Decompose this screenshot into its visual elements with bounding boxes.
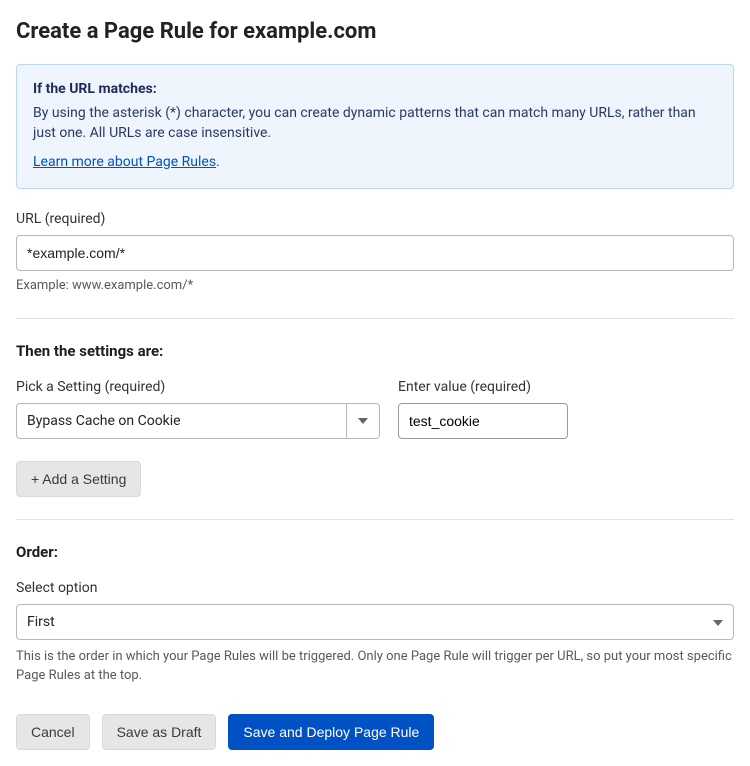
- url-label: URL (required): [16, 209, 734, 229]
- url-input[interactable]: [16, 235, 734, 271]
- chevron-down-icon: [713, 612, 723, 632]
- order-label: Select option: [16, 578, 734, 598]
- info-title: If the URL matches:: [33, 79, 717, 99]
- order-select-value: First: [27, 612, 55, 632]
- url-hint: Example: www.example.com/*: [16, 277, 734, 296]
- setting-picker-label: Pick a Setting (required): [16, 377, 380, 397]
- setting-select-value[interactable]: Bypass Cache on Cookie: [16, 403, 346, 439]
- learn-more-link-text: Learn more about Page Rules: [33, 154, 216, 170]
- learn-more-link[interactable]: Learn more about Page Rules: [33, 154, 216, 170]
- settings-heading: Then the settings are:: [16, 341, 734, 363]
- info-body: By using the asterisk (*) character, you…: [33, 103, 717, 144]
- order-select[interactable]: First: [16, 604, 734, 640]
- order-heading: Order:: [16, 542, 734, 564]
- add-setting-label: + Add a Setting: [31, 471, 126, 487]
- save-deploy-label: Save and Deploy Page Rule: [243, 724, 419, 740]
- divider: [16, 519, 734, 520]
- setting-select[interactable]: Bypass Cache on Cookie: [16, 403, 380, 439]
- save-draft-button[interactable]: Save as Draft: [102, 714, 217, 750]
- value-input[interactable]: [398, 403, 568, 439]
- order-hint: This is the order in which your Page Rul…: [16, 648, 734, 686]
- page-title: Create a Page Rule for example.com: [16, 16, 734, 48]
- info-box: If the URL matches: By using the asteris…: [16, 64, 734, 189]
- footer-actions: Cancel Save as Draft Save and Deploy Pag…: [16, 714, 734, 750]
- chevron-down-icon[interactable]: [346, 403, 380, 439]
- save-draft-label: Save as Draft: [117, 724, 202, 740]
- save-deploy-button[interactable]: Save and Deploy Page Rule: [228, 714, 434, 750]
- add-setting-button[interactable]: + Add a Setting: [16, 461, 141, 497]
- cancel-label: Cancel: [31, 724, 75, 740]
- divider: [16, 318, 734, 319]
- value-label: Enter value (required): [398, 377, 568, 397]
- cancel-button[interactable]: Cancel: [16, 714, 90, 750]
